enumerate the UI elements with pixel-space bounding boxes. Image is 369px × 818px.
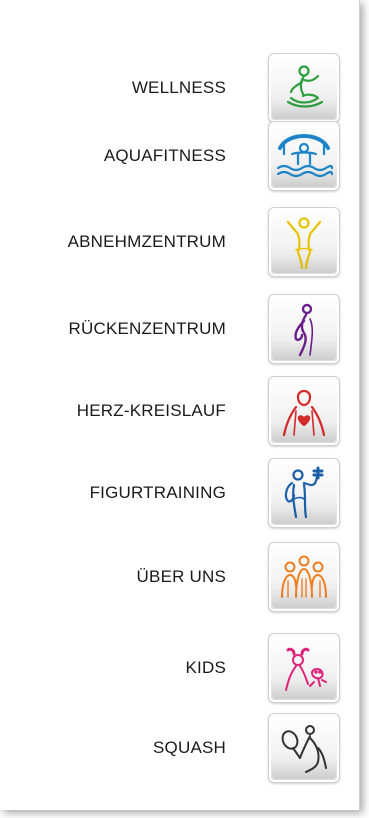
menu-item-label: RÜCKENZENTRUM bbox=[68, 319, 226, 338]
back-posture-icon bbox=[268, 294, 340, 364]
menu-item-label: KIDS bbox=[185, 658, 226, 677]
menu-item-label: ABNEHMZENTRUM bbox=[67, 232, 226, 251]
kids-icon bbox=[268, 633, 340, 703]
menu-item-figurtraining[interactable]: FIGURTRAINING bbox=[0, 458, 359, 528]
menu-item-squash[interactable]: SQUASH bbox=[0, 713, 359, 783]
menu-item-label: FIGURTRAINING bbox=[89, 483, 226, 502]
swimmer-pool-icon bbox=[268, 121, 340, 191]
heart-torso-icon bbox=[268, 376, 340, 446]
menu-item-abnehmzentrum[interactable]: ABNEHMZENTRUM bbox=[0, 207, 359, 277]
menu-item-wellness[interactable]: WELLNESS bbox=[0, 53, 359, 123]
sidebar-panel: WELLNESS AQUAFITNESS ABNEHMZENTRUM RÜCKE… bbox=[0, 0, 360, 810]
menu-item-label: WELLNESS bbox=[131, 78, 226, 97]
group-people-icon bbox=[268, 542, 340, 612]
menu-item-rueckenzentrum[interactable]: RÜCKENZENTRUM bbox=[0, 294, 359, 364]
menu-item-aquafitness[interactable]: AQUAFITNESS bbox=[0, 121, 359, 191]
menu-item-label: SQUASH bbox=[153, 738, 226, 757]
squash-player-icon bbox=[268, 713, 340, 783]
menu-item-herz-kreislauf[interactable]: HERZ-KREISLAUF bbox=[0, 376, 359, 446]
menu-item-label: ÜBER UNS bbox=[136, 567, 226, 586]
menu-item-ueber-uns[interactable]: ÜBER UNS bbox=[0, 542, 359, 612]
dumbbell-athlete-icon bbox=[268, 458, 340, 528]
menu-item-kids[interactable]: KIDS bbox=[0, 633, 359, 703]
menu-item-label: HERZ-KREISLAUF bbox=[76, 401, 226, 420]
menu-item-label: AQUAFITNESS bbox=[103, 146, 226, 165]
slim-body-icon bbox=[268, 207, 340, 277]
yoga-meditation-icon bbox=[268, 53, 340, 123]
